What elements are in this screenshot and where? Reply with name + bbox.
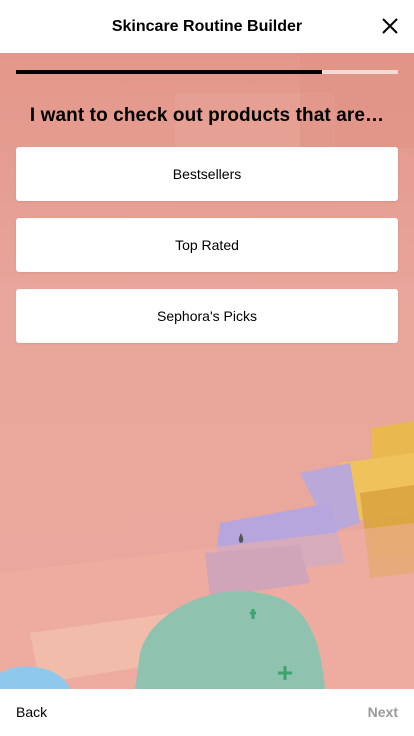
close-button[interactable] bbox=[378, 14, 402, 38]
footer-nav: Back Next bbox=[0, 689, 414, 736]
page-title: Skincare Routine Builder bbox=[111, 17, 303, 35]
option-sephoras-picks[interactable]: Sephora's Picks bbox=[16, 289, 398, 343]
next-button[interactable]: Next bbox=[368, 704, 398, 720]
progress-bar bbox=[16, 70, 398, 74]
progress-fill bbox=[16, 70, 322, 74]
back-button[interactable]: Back bbox=[16, 704, 47, 720]
close-icon bbox=[382, 18, 398, 34]
question-heading: I want to check out products that are… bbox=[29, 105, 385, 126]
header: Skincare Routine Builder bbox=[0, 0, 414, 53]
question-stage: I want to check out products that are… B… bbox=[0, 53, 414, 689]
option-bestsellers[interactable]: Bestsellers bbox=[16, 147, 398, 201]
option-top-rated[interactable]: Top Rated bbox=[16, 218, 398, 272]
